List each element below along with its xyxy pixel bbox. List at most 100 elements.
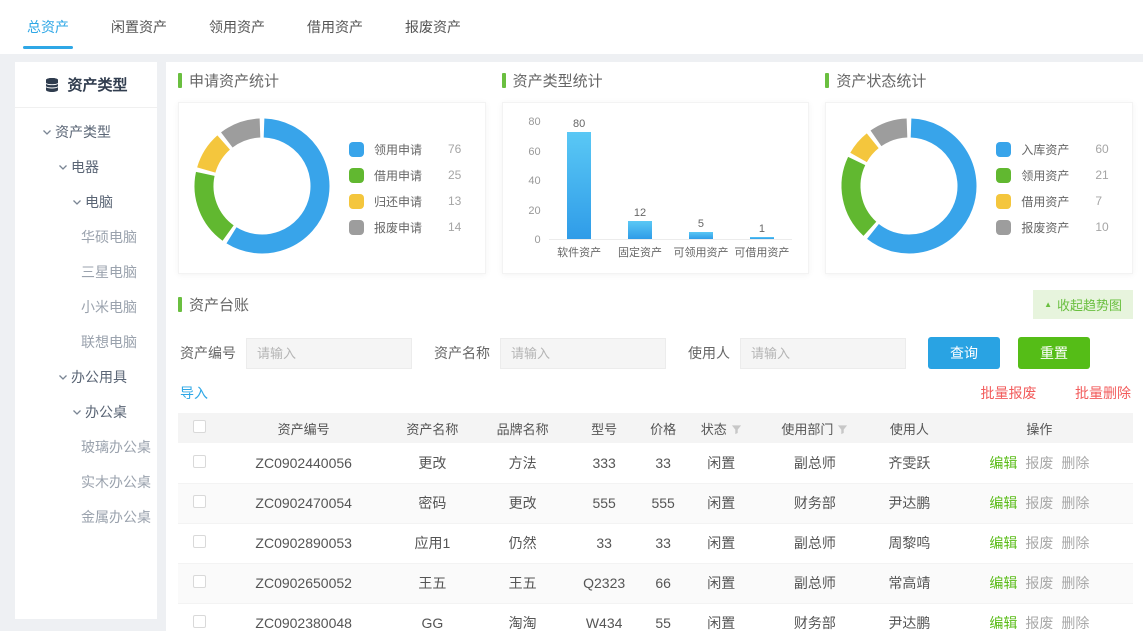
select-all-checkbox[interactable]: [193, 420, 206, 433]
chart-apply-title-text: 申请资产统计: [189, 70, 279, 91]
donut-ring: [187, 111, 337, 261]
filter-funnel-icon[interactable]: [837, 424, 848, 435]
edit-action-link[interactable]: 编辑: [989, 455, 1017, 471]
column-header-label: 状态: [701, 422, 727, 437]
asset-table: 资产编号资产名称品牌名称型号价格状态使用部门使用人操作 ZC0902440056…: [178, 413, 1133, 631]
edit-action-link[interactable]: 编辑: [989, 495, 1017, 511]
scrap-action-link[interactable]: 报废: [1025, 455, 1053, 471]
scrap-action-link[interactable]: 报废: [1025, 615, 1053, 631]
search-input[interactable]: [246, 338, 412, 369]
row-checkbox[interactable]: [193, 535, 206, 548]
cell-department: 副总师: [757, 443, 873, 483]
search-button[interactable]: 查询: [928, 337, 1000, 369]
edit-action-link[interactable]: 编辑: [989, 535, 1017, 551]
legend-value: 25: [448, 168, 461, 182]
chart-status-title-text: 资产状态统计: [836, 70, 926, 91]
edit-action-link[interactable]: 编辑: [989, 575, 1017, 591]
column-header: 型号: [568, 413, 641, 443]
ledger-title-text: 资产台账: [189, 294, 249, 315]
row-actions-cell: 编辑报废删除: [946, 483, 1133, 523]
search-field-label: 资产编号: [180, 343, 236, 363]
main-layout: 资产类型 资产类型电器电脑华硕电脑三星电脑小米电脑联想电脑办公用具办公桌玻璃办公…: [0, 62, 1143, 631]
tree-item-label: 办公用具: [71, 367, 127, 387]
tree-item[interactable]: 实木办公桌: [15, 464, 157, 499]
y-axis-tick: 20: [513, 205, 541, 217]
cell-brand: 王五: [478, 563, 568, 603]
tree-item[interactable]: 电器: [15, 149, 157, 184]
cell-price: 33: [641, 443, 686, 483]
row-checkbox[interactable]: [193, 495, 206, 508]
tree-item[interactable]: 华硕电脑: [15, 219, 157, 254]
ledger-title: 资产台账: [178, 293, 249, 317]
tree-item[interactable]: 办公桌: [15, 394, 157, 429]
batch-scrap-link[interactable]: 批量报废: [981, 385, 1037, 401]
tab-item[interactable]: 闲置资产: [97, 0, 181, 54]
cell-status: 闲置: [686, 603, 757, 631]
cell-brand: 淘淘: [478, 603, 568, 631]
tab-item[interactable]: 报废资产: [391, 0, 475, 54]
batch-delete-link[interactable]: 批量删除: [1075, 385, 1131, 401]
row-select-cell: [178, 483, 220, 523]
scrap-action-link[interactable]: 报废: [1025, 535, 1053, 551]
row-checkbox[interactable]: [193, 575, 206, 588]
row-checkbox[interactable]: [193, 455, 206, 468]
donut-segment: [227, 128, 260, 140]
donut-segment: [876, 128, 907, 138]
bar-value-label: 5: [698, 218, 704, 230]
cell-brand: 仍然: [478, 523, 568, 563]
edit-action-link[interactable]: 编辑: [989, 615, 1017, 631]
row-checkbox[interactable]: [193, 615, 206, 628]
tree-item[interactable]: 玻璃办公桌: [15, 429, 157, 464]
delete-action-link[interactable]: 删除: [1061, 455, 1089, 471]
cell-model: 333: [568, 443, 641, 483]
bar-category-label: 固定资产: [610, 244, 671, 260]
legend-item: 领用资产21: [996, 162, 1108, 188]
tree-item[interactable]: 三星电脑: [15, 254, 157, 289]
collapse-trend-button[interactable]: ▲ 收起趋势图: [1033, 290, 1133, 319]
column-header: 资产编号: [220, 413, 387, 443]
cell-user: 周黎鸣: [873, 523, 946, 563]
delete-action-link[interactable]: 删除: [1061, 575, 1089, 591]
chevron-down-icon: [71, 196, 83, 208]
row-actions-cell: 编辑报废删除: [946, 563, 1133, 603]
tree-item[interactable]: 资产类型: [15, 114, 157, 149]
tab-item[interactable]: 借用资产: [293, 0, 377, 54]
tree-item[interactable]: 联想电脑: [15, 324, 157, 359]
bar-column: 12: [610, 118, 671, 239]
ledger-header: 资产台账 ▲ 收起趋势图: [178, 290, 1133, 319]
delete-action-link[interactable]: 删除: [1061, 615, 1089, 631]
reset-button[interactable]: 重置: [1018, 337, 1090, 369]
cell-status: 闲置: [686, 483, 757, 523]
scrap-action-link[interactable]: 报废: [1025, 495, 1053, 511]
donut-ring: [834, 111, 984, 261]
sidebar: 资产类型 资产类型电器电脑华硕电脑三星电脑小米电脑联想电脑办公用具办公桌玻璃办公…: [15, 62, 157, 619]
tree-item-label: 三星电脑: [81, 262, 137, 282]
search-input[interactable]: [500, 338, 666, 369]
chart-apply-title: 申请资产统计: [178, 68, 486, 92]
delete-action-link[interactable]: 删除: [1061, 535, 1089, 551]
tree-item-label: 办公桌: [85, 402, 127, 422]
import-link[interactable]: 导入: [180, 383, 208, 403]
tab-item[interactable]: 领用资产: [195, 0, 279, 54]
legend-label: 借用申请: [374, 167, 436, 184]
legend-label: 借用资产: [1021, 193, 1083, 210]
table-row: ZC0902440056更改方法33333闲置副总师齐雯跃编辑报废删除: [178, 443, 1133, 483]
tree-item[interactable]: 办公用具: [15, 359, 157, 394]
chevron-down-icon: [71, 406, 83, 418]
tree-item[interactable]: 电脑: [15, 184, 157, 219]
search-input[interactable]: [740, 338, 906, 369]
column-header: 资产名称: [387, 413, 477, 443]
delete-action-link[interactable]: 删除: [1061, 495, 1089, 511]
tree-item[interactable]: 金属办公桌: [15, 499, 157, 534]
y-axis-tick: 60: [513, 146, 541, 158]
bar-chart: 020406080801251软件资产固定资产可领用资产可借用资产: [511, 108, 801, 268]
search-bar: 资产编号资产名称使用人查询 重置: [180, 337, 1131, 369]
tree-item[interactable]: 小米电脑: [15, 289, 157, 324]
scrap-action-link[interactable]: 报废: [1025, 575, 1053, 591]
cell-name: 应用1: [387, 523, 477, 563]
filter-funnel-icon[interactable]: [731, 424, 742, 435]
legend-value: 60: [1095, 142, 1108, 156]
bar-category-label: 可借用资产: [731, 244, 792, 260]
donut-chart: [187, 111, 337, 266]
tab-item[interactable]: 总资产: [13, 0, 83, 54]
